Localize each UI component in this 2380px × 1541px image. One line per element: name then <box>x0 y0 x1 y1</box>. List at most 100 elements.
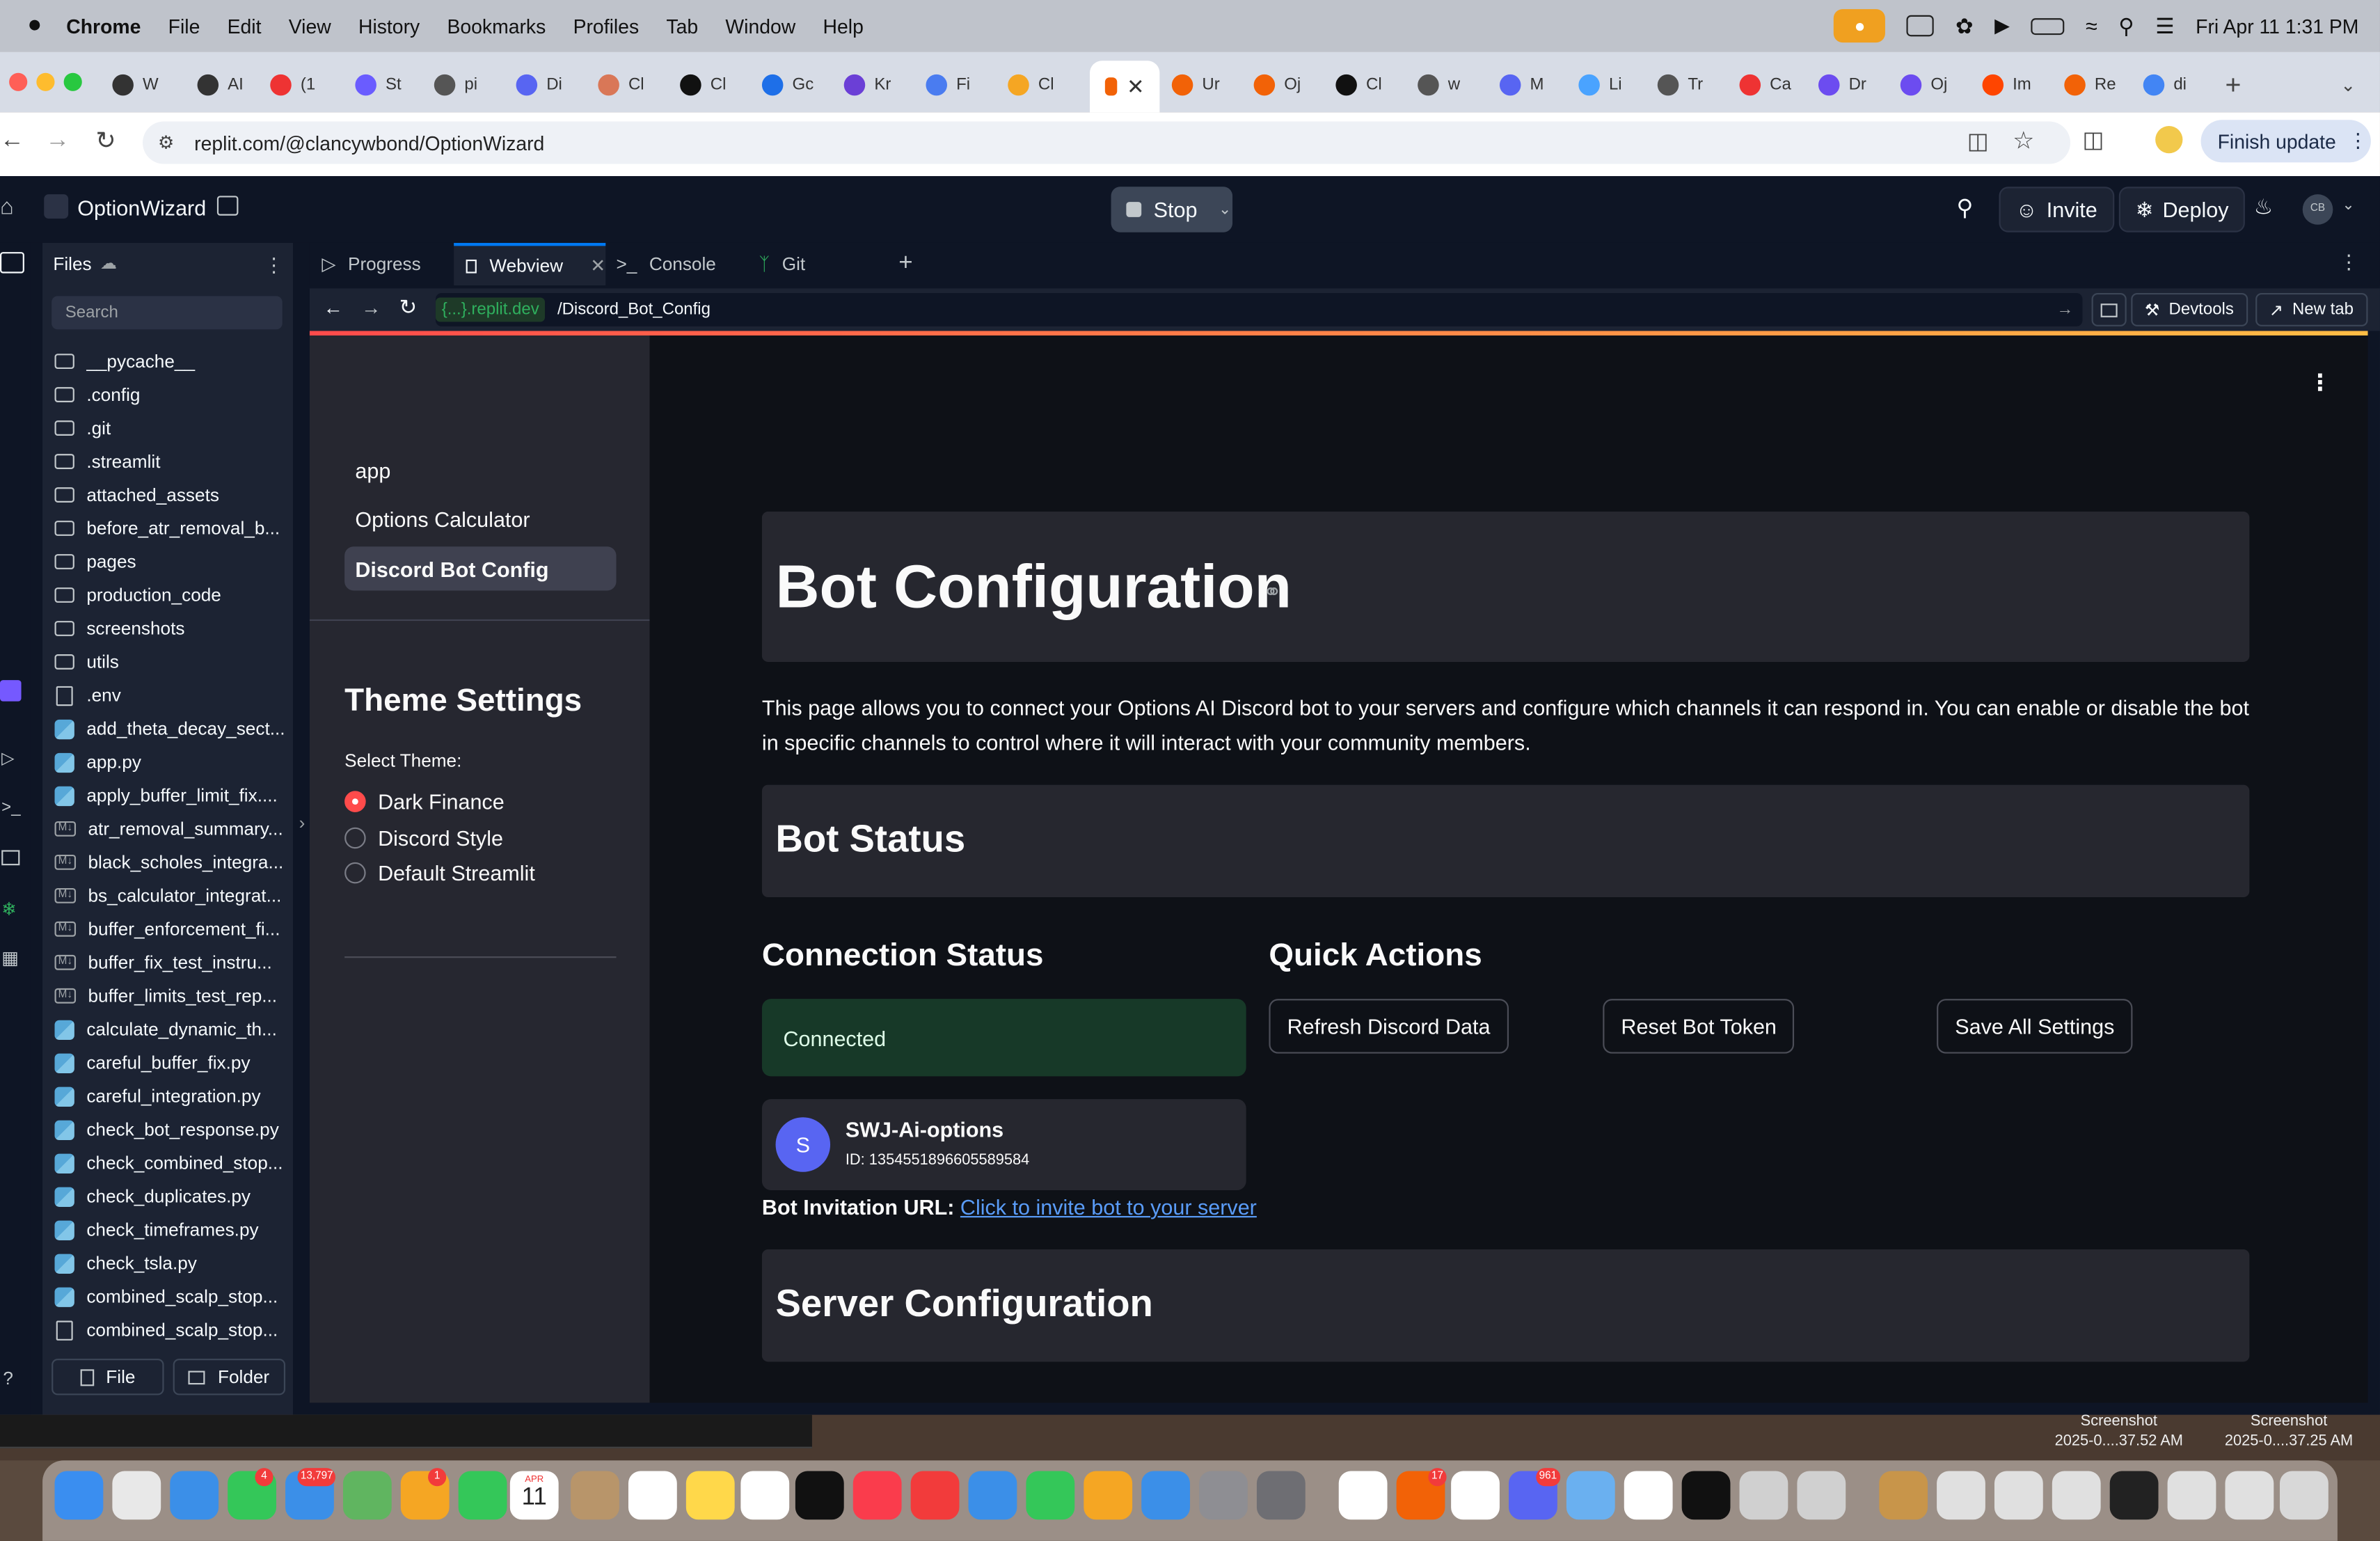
iphone-mirroring-icon[interactable] <box>1256 1471 1306 1520</box>
browser-tab[interactable]: St <box>355 64 402 106</box>
menu-bookmarks[interactable]: Bookmarks <box>447 15 546 38</box>
new-tab-button[interactable]: ↗ New tab <box>2255 292 2367 326</box>
folder-item[interactable]: .git <box>54 413 111 443</box>
menu-window[interactable]: Window <box>725 15 795 38</box>
browser-tab[interactable]: pi <box>434 64 477 106</box>
trash-icon[interactable] <box>2280 1471 2329 1520</box>
inbox-icon[interactable] <box>1907 15 1935 37</box>
file-item[interactable]: check_timeframes.py <box>54 1215 259 1245</box>
file-item[interactable]: M↓ atr_removal_summary... <box>54 814 283 844</box>
webview-icon[interactable] <box>1 850 20 866</box>
folder-item[interactable]: pages <box>54 546 136 577</box>
invite-bot-link[interactable]: Click to invite bot to your server <box>960 1195 1257 1219</box>
add-tab-button[interactable]: + <box>887 243 912 285</box>
menu-datetime[interactable]: Fri Apr 11 1:31 PM <box>2196 15 2358 38</box>
preview-icon[interactable] <box>1797 1471 1846 1520</box>
folder-item[interactable]: attached_assets <box>54 480 219 510</box>
folder-item[interactable]: __pycache__ <box>54 346 195 377</box>
freeform-icon[interactable] <box>740 1471 790 1520</box>
reminders-icon[interactable] <box>628 1471 677 1520</box>
tab-console[interactable]: >_ Console <box>604 243 747 285</box>
window-close-button[interactable] <box>9 72 28 91</box>
browser-tab[interactable]: Tr <box>1657 64 1703 106</box>
extensions-icon[interactable]: ◫ <box>2082 126 2104 153</box>
file-item[interactable]: M↓ buffer_limits_test_rep... <box>54 981 277 1011</box>
help-icon[interactable]: ? <box>3 1368 13 1389</box>
collapse-handle-icon[interactable]: › <box>299 812 306 834</box>
browser-tab[interactable]: Im <box>1982 64 2031 106</box>
address-bar[interactable]: ⚙ replit.com/@clancywbond/OptionWizard <box>143 121 2071 164</box>
menu-help[interactable]: Help <box>823 15 864 38</box>
menu-file[interactable]: File <box>168 15 200 38</box>
file-item[interactable]: combined_scalp_stop... <box>54 1281 278 1312</box>
document-icon[interactable] <box>2109 1471 2159 1520</box>
home-icon[interactable]: ⌂ <box>0 194 14 220</box>
chrome-icon[interactable] <box>1338 1471 1388 1520</box>
file-item[interactable]: careful_buffer_fix.py <box>54 1048 251 1078</box>
document-icon[interactable] <box>2167 1471 2216 1520</box>
file-item[interactable]: .env <box>55 680 121 711</box>
folder-item[interactable]: .streamlit <box>54 446 161 477</box>
browser-tab[interactable]: W <box>112 64 159 106</box>
deploy-button[interactable]: ❄ Deploy <box>2118 187 2246 232</box>
document-icon[interactable] <box>2052 1471 2101 1520</box>
back-icon[interactable]: ← <box>324 296 343 319</box>
app-icon[interactable] <box>1566 1471 1615 1520</box>
browser-tab[interactable]: Cl <box>1008 64 1054 106</box>
anchor-link-icon[interactable]: ⚭ <box>1263 578 1282 606</box>
agent-icon[interactable] <box>0 680 22 702</box>
browser-tab[interactable]: Cl <box>680 64 726 106</box>
browser-tab[interactable]: Ca <box>1739 64 1791 106</box>
menu-app-name[interactable]: Chrome <box>66 15 141 38</box>
tab-webview[interactable]: Webview ✕ <box>454 242 606 286</box>
devtools-button[interactable]: ⚒ Devtools <box>2131 292 2248 326</box>
browser-tab[interactable]: AI <box>197 64 244 106</box>
progress-icon[interactable]: ▷ <box>1 748 14 768</box>
menu-profiles[interactable]: Profiles <box>573 15 640 38</box>
downloads-icon[interactable] <box>1739 1471 1788 1520</box>
archive-icon[interactable] <box>1879 1471 1928 1520</box>
desktop-screenshot-file[interactable]: Screenshot 2025-0....37.52 AM <box>2043 1412 2195 1451</box>
file-item[interactable]: careful_integration.py <box>54 1081 261 1112</box>
finish-update-button[interactable]: Finish update ⋮ <box>2200 120 2371 163</box>
new-tab-button[interactable]: + <box>2225 64 2241 106</box>
profile-avatar[interactable] <box>2155 126 2183 154</box>
finder-icon[interactable] <box>54 1471 104 1520</box>
back-icon[interactable]: ← <box>0 127 24 155</box>
play-icon[interactable]: ▶ <box>1994 14 2010 38</box>
menu-view[interactable]: View <box>289 15 331 38</box>
control-center-icon[interactable]: ☰ <box>2155 13 2174 39</box>
webview-url-input[interactable]: {...}.replit.dev /Discord_Bot_Config → <box>435 292 2083 326</box>
tab-search-icon[interactable]: ⌄ <box>2340 64 2356 106</box>
search-input[interactable]: Search <box>51 296 283 330</box>
tab-close-icon[interactable]: ✕ <box>590 255 605 276</box>
apple-icon[interactable]: ● <box>27 12 42 39</box>
document-icon[interactable] <box>1994 1471 2043 1520</box>
device-toggle-button[interactable] <box>2091 292 2127 326</box>
forward-icon[interactable]: → <box>45 127 70 155</box>
kebab-menu-icon[interactable]: ⋮ <box>2339 251 2358 275</box>
document-icon[interactable] <box>2225 1471 2274 1520</box>
search-icon[interactable]: ⚲ <box>2118 13 2134 39</box>
browser-tab[interactable]: di <box>2143 64 2187 106</box>
tradingview-icon[interactable] <box>1681 1471 1731 1520</box>
theme-radio-default-streamlit[interactable]: Default Streamlit <box>344 858 535 888</box>
safari-icon[interactable] <box>170 1471 219 1520</box>
folder-item[interactable]: before_atr_removal_b... <box>54 513 280 544</box>
news-icon[interactable] <box>910 1471 960 1520</box>
file-item[interactable]: M↓ buffer_enforcement_fi... <box>54 914 280 945</box>
browser-tab[interactable]: Ur <box>1171 64 1220 106</box>
new-folder-button[interactable]: Folder <box>173 1359 286 1396</box>
file-item[interactable]: add_theta_decay_sect... <box>54 713 285 744</box>
file-item[interactable]: check_duplicates.py <box>54 1181 251 1212</box>
main-menu-icon[interactable]: ⋮ <box>2308 369 2331 396</box>
browser-tab[interactable]: Li <box>1578 64 1622 106</box>
desktop-screenshot-file[interactable]: Screenshot 2025-0....37.25 AM <box>2213 1412 2365 1451</box>
pages-icon[interactable] <box>1084 1471 1133 1520</box>
search-icon[interactable]: ⚲ <box>1956 194 1973 221</box>
workspace-icon[interactable] <box>216 196 239 216</box>
calendar-dock-icon[interactable]: APR 11 <box>509 1471 559 1520</box>
bell-icon[interactable]: ♨ <box>2254 194 2273 220</box>
reload-icon[interactable]: ↻ <box>95 126 116 157</box>
file-item[interactable]: check_tsla.py <box>54 1248 197 1279</box>
